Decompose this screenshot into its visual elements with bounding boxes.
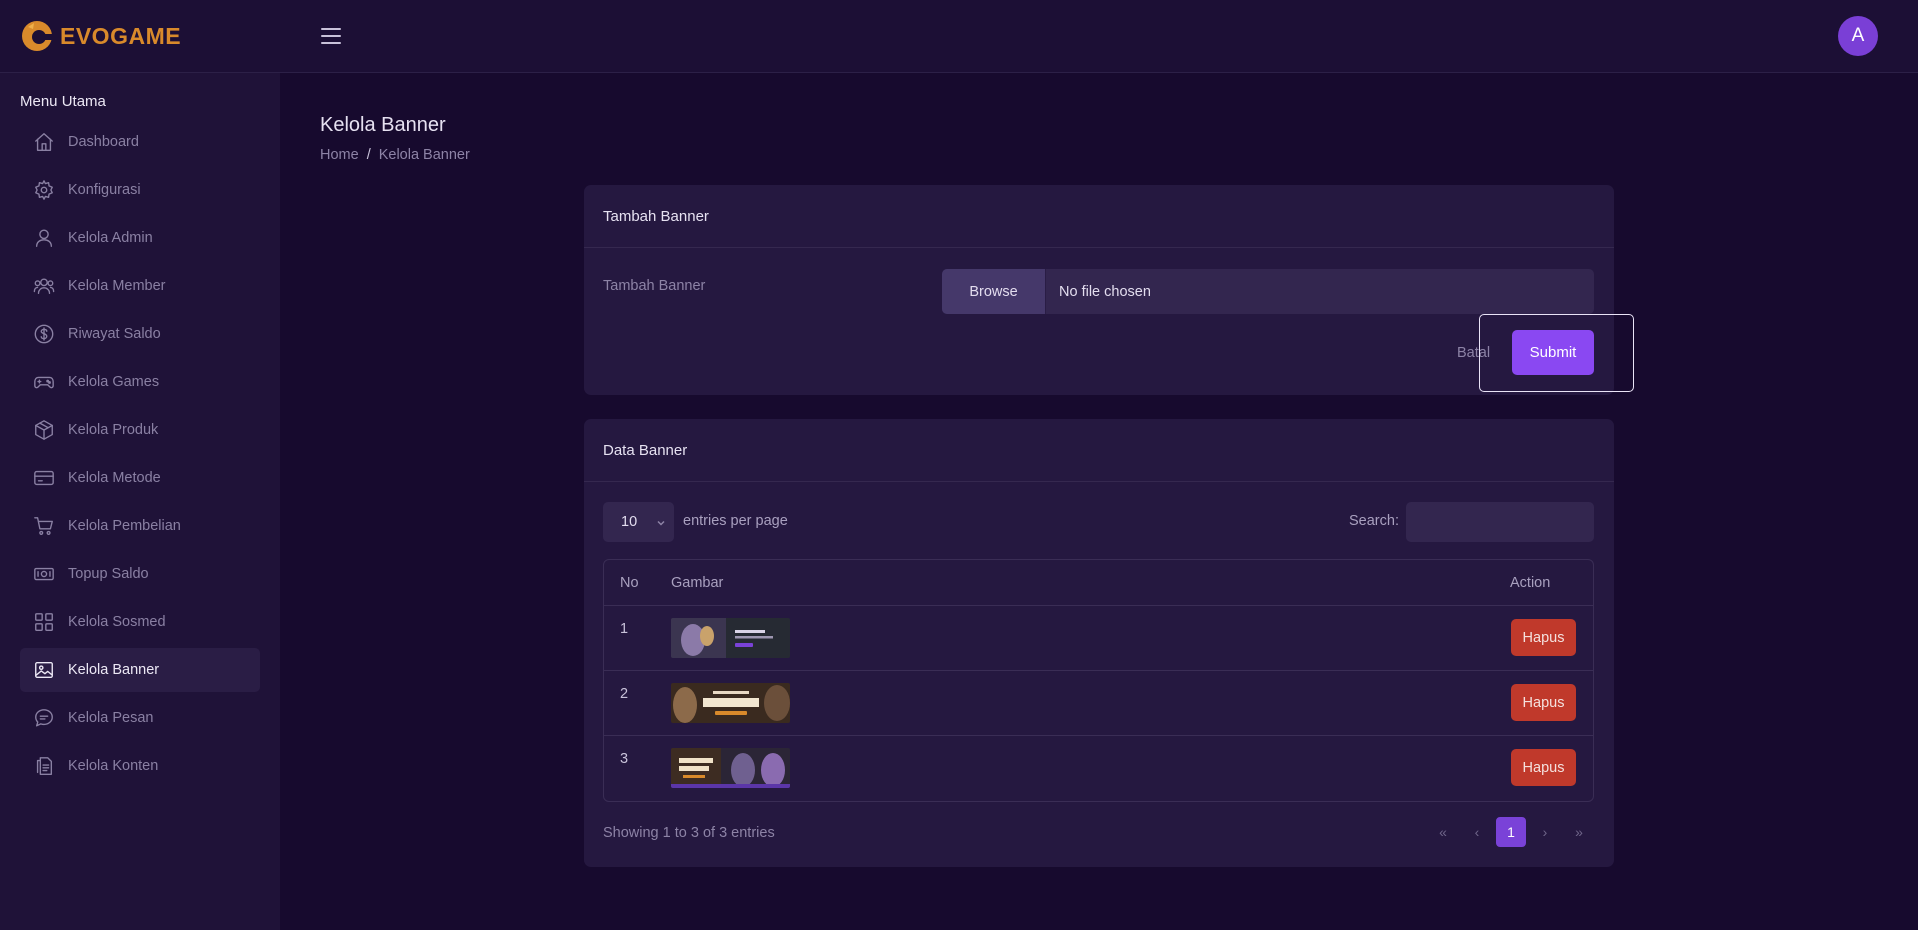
sidebar-item-label: Kelola Metode xyxy=(68,470,161,486)
sidebar-item-kelola-sosmed[interactable]: Kelola Sosmed xyxy=(20,600,260,644)
sidebar-item-kelola-pembelian[interactable]: Kelola Pembelian xyxy=(20,504,260,548)
file-status-text: No file chosen xyxy=(1059,283,1151,300)
gamepad-icon xyxy=(34,376,54,389)
sidebar-section-title: Menu Utama xyxy=(20,93,106,110)
delete-button[interactable]: Hapus xyxy=(1511,684,1576,721)
table-row: 2 Hapus xyxy=(604,671,1593,736)
sidebar-item-label: Kelola Sosmed xyxy=(68,614,166,630)
menu-toggle-icon[interactable] xyxy=(321,26,341,46)
table-row: 1 Hapus xyxy=(604,606,1593,671)
sidebar-item-kelola-pesan[interactable]: Kelola Pesan xyxy=(20,696,260,740)
delete-button[interactable]: Hapus xyxy=(1511,749,1576,786)
sidebar-item-label: Kelola Konten xyxy=(68,758,159,774)
sidebar-item-dashboard[interactable]: Dashboard xyxy=(20,120,260,164)
sidebar-item-kelola-games[interactable]: Kelola Games xyxy=(20,360,260,404)
table-row: 3 Hapus xyxy=(604,736,1593,801)
chevron-down-icon xyxy=(656,516,666,526)
sidebar-item-label: Dashboard xyxy=(68,134,139,150)
banner-table: No Gambar Action 1 Hapus 2 Hapus 3 Hapus xyxy=(603,559,1594,802)
sidebar-item-kelola-konten[interactable]: Kelola Konten xyxy=(20,744,260,788)
table-header: No Gambar Action xyxy=(604,560,1593,606)
breadcrumb-home-link[interactable]: Home xyxy=(320,147,359,163)
grid-icon xyxy=(35,613,53,631)
sidebar-item-kelola-produk[interactable]: Kelola Produk xyxy=(20,408,260,452)
banner-thumbnail xyxy=(671,748,790,788)
sidebar-item-riwayat-saldo[interactable]: Riwayat Saldo xyxy=(20,312,260,356)
evogame-logo-icon xyxy=(22,21,53,51)
top-bar: EVOGAME A xyxy=(0,0,1918,73)
pagination-first-button[interactable]: « xyxy=(1428,817,1458,847)
cart-icon xyxy=(34,517,53,535)
page-title: Kelola Banner xyxy=(320,114,446,136)
breadcrumb-current: Kelola Banner xyxy=(378,147,470,163)
brand-name: EVOGAME xyxy=(60,22,182,49)
banner-field-label: Tambah Banner xyxy=(603,278,706,294)
dollar-icon xyxy=(34,324,54,344)
delete-button[interactable]: Hapus xyxy=(1511,619,1576,656)
pagination-next-button[interactable]: › xyxy=(1530,817,1560,847)
row-number: 2 xyxy=(620,686,629,702)
breadcrumb-separator: / xyxy=(366,147,371,163)
sidebar-item-label: Kelola Admin xyxy=(68,230,153,246)
gear-icon xyxy=(35,180,53,200)
chat-icon xyxy=(35,709,53,727)
sidebar-item-label: Kelola Produk xyxy=(68,422,159,438)
sidebar-item-kelola-metode[interactable]: Kelola Metode xyxy=(20,456,260,500)
breadcrumb: Home / Kelola Banner xyxy=(320,147,470,163)
search-label: Search: xyxy=(1349,513,1399,529)
banner-data-card-title: Data Banner xyxy=(584,419,1614,482)
pagination: « ‹ 1 › » xyxy=(1428,817,1594,847)
brand[interactable]: EVOGAME xyxy=(20,18,181,54)
banner-data-card: Data Banner 10 entries per page Search: … xyxy=(584,419,1614,867)
row-number: 1 xyxy=(620,621,629,637)
sidebar: Menu Utama Dashboard Konfigurasi Kelola … xyxy=(0,73,280,930)
sidebar-item-label: Kelola Banner xyxy=(68,662,160,678)
sidebar-item-kelola-banner[interactable]: Kelola Banner xyxy=(20,648,260,692)
entries-info: Showing 1 to 3 of 3 entries xyxy=(603,825,775,841)
sidebar-item-label: Topup Saldo xyxy=(68,566,149,582)
column-header-no[interactable]: No xyxy=(620,575,639,591)
banner-thumbnail xyxy=(671,618,790,658)
sidebar-item-kelola-member[interactable]: Kelola Member xyxy=(20,264,260,308)
money-icon xyxy=(34,567,54,581)
user-icon xyxy=(35,229,53,247)
row-number: 3 xyxy=(620,751,629,767)
sidebar-menu: Dashboard Konfigurasi Kelola Admin Kelol… xyxy=(20,120,260,792)
banner-file-input[interactable]: Browse No file chosen xyxy=(942,269,1594,314)
sidebar-item-label: Kelola Games xyxy=(68,374,160,390)
sidebar-item-label: Kelola Pesan xyxy=(68,710,154,726)
sidebar-item-konfigurasi[interactable]: Konfigurasi xyxy=(20,168,260,212)
banner-thumbnail xyxy=(671,683,790,723)
sidebar-item-label: Kelola Pembelian xyxy=(68,518,181,534)
sidebar-item-label: Konfigurasi xyxy=(68,182,141,198)
sidebar-item-topup-saldo[interactable]: Topup Saldo xyxy=(20,552,260,596)
search-input[interactable] xyxy=(1406,502,1594,542)
browse-button[interactable]: Browse xyxy=(942,269,1046,314)
column-header-action[interactable]: Action xyxy=(1510,575,1550,591)
card-icon xyxy=(34,470,54,486)
add-banner-card: Tambah Banner Tambah Banner Browse No fi… xyxy=(584,185,1634,395)
image-icon xyxy=(35,661,53,679)
pagination-page-1[interactable]: 1 xyxy=(1496,817,1526,847)
sidebar-item-label: Riwayat Saldo xyxy=(68,326,161,342)
entries-per-page-select[interactable]: 10 xyxy=(603,502,674,542)
users-icon xyxy=(33,278,55,295)
box-icon xyxy=(35,420,53,440)
submit-button[interactable]: Submit xyxy=(1512,330,1594,375)
column-header-image[interactable]: Gambar xyxy=(671,575,723,591)
avatar[interactable]: A xyxy=(1838,16,1878,56)
entries-per-page-value: 10 xyxy=(621,514,638,530)
document-icon xyxy=(36,757,53,775)
home-icon xyxy=(35,133,53,151)
entries-per-page-label: entries per page xyxy=(683,513,788,529)
sidebar-item-kelola-admin[interactable]: Kelola Admin xyxy=(20,216,260,260)
sidebar-item-label: Kelola Member xyxy=(68,278,166,294)
pagination-prev-button[interactable]: ‹ xyxy=(1462,817,1492,847)
add-banner-card-title: Tambah Banner xyxy=(584,185,1614,248)
pagination-last-button[interactable]: » xyxy=(1564,817,1594,847)
